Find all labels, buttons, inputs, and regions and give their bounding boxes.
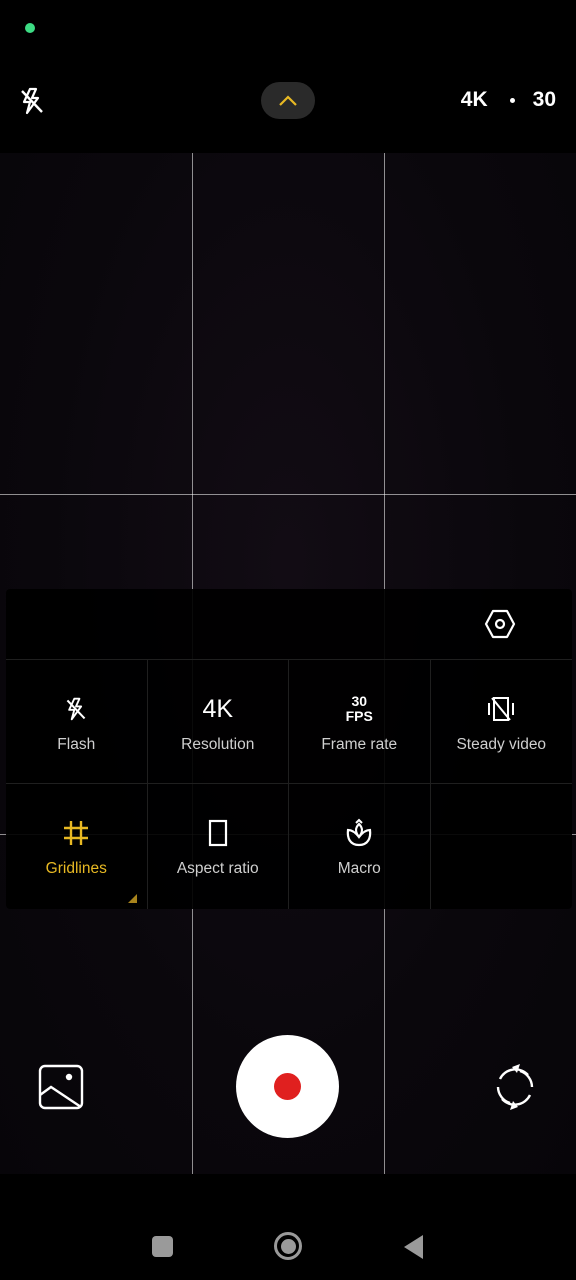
- back-button[interactable]: [404, 1235, 423, 1259]
- setting-label: Frame rate: [321, 736, 398, 753]
- settings-grid: Flash 4K Resolution 30 FPS Frame rate Ste…: [6, 660, 572, 909]
- top-bar: 4K 30: [0, 60, 576, 140]
- home-icon: [280, 1238, 296, 1254]
- more-options-indicator: [127, 894, 137, 903]
- switch-camera-button[interactable]: [490, 1061, 540, 1113]
- setting-macro[interactable]: Macro: [289, 784, 431, 909]
- framerate-readout: 30: [532, 88, 556, 111]
- camera-in-use-indicator: [25, 23, 35, 33]
- gallery-button[interactable]: [37, 1063, 85, 1111]
- aspect-ratio-icon: [208, 819, 227, 847]
- setting-frame-rate[interactable]: 30 FPS Frame rate: [289, 660, 431, 784]
- gallery-icon: [38, 1064, 84, 1110]
- setting-label: Aspect ratio: [176, 860, 259, 877]
- setting-label: Macro: [337, 860, 381, 877]
- empty-cell: [431, 784, 573, 909]
- resolution-readout: 4K: [460, 88, 488, 111]
- record-button[interactable]: [236, 1035, 339, 1138]
- separator-dot: [509, 97, 515, 103]
- switch-camera-icon: [496, 1064, 534, 1110]
- grid-icon: [64, 821, 89, 845]
- fps-value: 30: [351, 693, 368, 709]
- gridline-horizontal-1: [0, 494, 576, 495]
- resolution-4k-icon: 4K: [202, 694, 234, 723]
- setting-gridlines[interactable]: Gridlines: [6, 784, 148, 909]
- macro-flower-icon: [346, 818, 372, 847]
- settings-button[interactable]: [482, 606, 518, 642]
- setting-label: Gridlines: [45, 860, 107, 877]
- fps-icon: 30 FPS: [346, 694, 373, 724]
- recent-apps-button[interactable]: [152, 1236, 173, 1257]
- panel-header: [6, 589, 572, 660]
- setting-label: Flash: [57, 736, 96, 753]
- fps-unit: FPS: [345, 708, 373, 724]
- chevron-up-icon: [279, 94, 297, 106]
- setting-resolution[interactable]: 4K Resolution: [147, 660, 289, 784]
- settings-hexagon-icon: [484, 609, 516, 639]
- flash-off-icon: [66, 697, 86, 721]
- setting-aspect-ratio[interactable]: Aspect ratio: [148, 784, 289, 909]
- stabilization-off-icon: [488, 697, 515, 721]
- setting-label: Steady video: [456, 736, 547, 753]
- quick-settings-panel: Flash 4K Resolution 30 FPS Frame rate Ste…: [6, 589, 572, 909]
- video-quality-readout[interactable]: 4K 30: [461, 88, 556, 112]
- system-navigation-bar: [0, 1175, 576, 1280]
- expand-settings-button[interactable]: [261, 82, 315, 119]
- record-icon: [274, 1073, 301, 1100]
- setting-label: Resolution: [181, 736, 255, 753]
- setting-steady-video[interactable]: Steady video: [430, 660, 572, 784]
- home-button[interactable]: [274, 1232, 302, 1260]
- setting-flash[interactable]: Flash: [6, 660, 148, 784]
- flash-off-icon[interactable]: [18, 86, 46, 116]
